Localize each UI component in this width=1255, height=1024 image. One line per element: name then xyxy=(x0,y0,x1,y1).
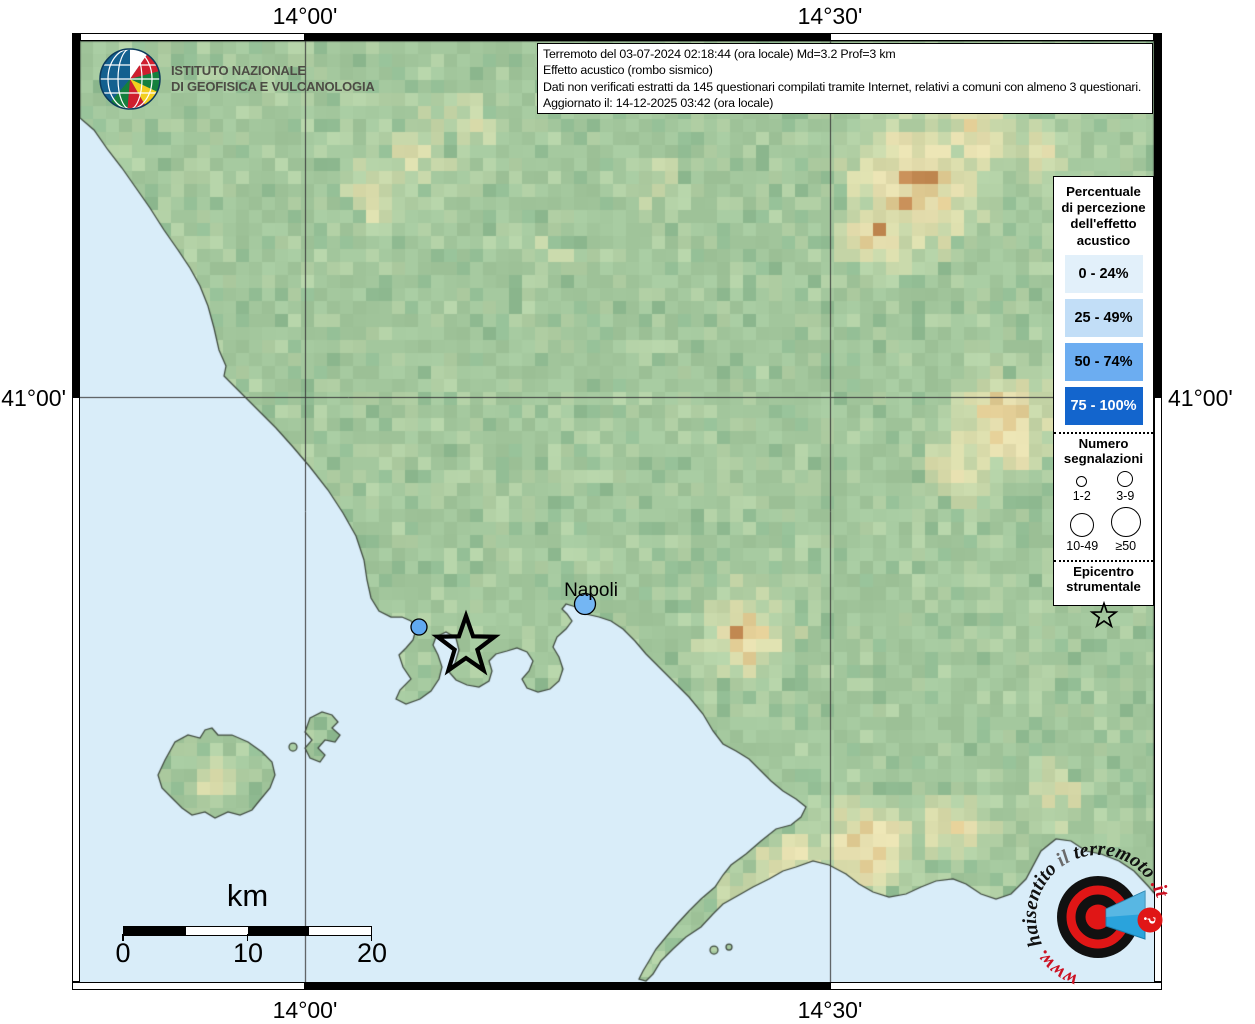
legend-swatch-0-24-label: 0 - 24% xyxy=(1079,266,1129,282)
legend-swatch-0-24: 0 - 24% xyxy=(1065,255,1143,293)
wm-il: il xyxy=(1052,846,1074,871)
info-line-updated: Aggiornato il: 14-12-2025 03:42 (ora loc… xyxy=(543,95,1147,111)
terrain-map-canvas xyxy=(80,41,1154,982)
legend-epicenter-title-2: strumentale xyxy=(1054,579,1153,595)
signal-size-1-2: 1-2 xyxy=(1073,476,1091,503)
legend-swatch-50-74-label: 50 - 74% xyxy=(1074,354,1132,370)
frame-left-bottom xyxy=(72,397,80,982)
info-line-data: Dati non verificati estratti da 145 ques… xyxy=(543,79,1147,95)
scalebar-label-20: 20 xyxy=(332,938,412,969)
info-line-event: Terremoto del 03-07-2024 02:18:44 (ora l… xyxy=(543,46,1147,62)
lat-label-left: 41°00' xyxy=(0,385,66,412)
frame-corner-tl xyxy=(72,33,80,41)
scalebar-label-10: 10 xyxy=(208,938,288,969)
legend-swatch-25-49-label: 25 - 49% xyxy=(1074,310,1132,326)
frame-top-left xyxy=(80,33,305,41)
ingv-name-line2: DI GEOFISICA E VULCANOLOGIA xyxy=(171,79,375,95)
signal-label-10-49: 10-49 xyxy=(1066,539,1098,553)
frame-top-mid xyxy=(305,33,830,41)
legend-swatch-50-74: 50 - 74% xyxy=(1065,343,1143,381)
lon-label-bottom-1: 14°00' xyxy=(245,997,365,1024)
signal-circle-1-2-icon xyxy=(1076,476,1087,487)
legend-title-4: acustico xyxy=(1054,233,1153,249)
signal-size-3-9: 3-9 xyxy=(1116,471,1134,503)
frame-top-right xyxy=(830,33,1154,41)
info-line-effect: Effetto acustico (rombo sismico) xyxy=(543,62,1147,78)
haisentitoilterremoto-logo: ? www. haisentito il terremoto .it xyxy=(1003,822,1193,1012)
wm-hai: haisentito xyxy=(1019,858,1061,950)
ingv-name-line1: ISTITUTO NAZIONALE xyxy=(171,63,375,79)
legend-panel: Percentuale di percezione dell'effetto a… xyxy=(1053,176,1154,606)
legend-signals-title-1: Numero xyxy=(1054,436,1153,452)
frame-corner-tr xyxy=(1154,33,1162,41)
legend-epicenter-title-1: Epicentro xyxy=(1054,564,1153,580)
signal-label-1-2: 1-2 xyxy=(1073,489,1091,503)
legend-swatch-75-100: 75 - 100% xyxy=(1065,387,1143,425)
lon-label-top-1: 14°00' xyxy=(245,3,365,30)
signal-size-50plus: ≥50 xyxy=(1111,507,1141,553)
signal-circle-3-9-icon xyxy=(1117,471,1133,487)
wm-www: www. xyxy=(1030,946,1080,992)
lat-label-right: 41°00' xyxy=(1168,385,1254,412)
lon-label-bottom-2: 14°30' xyxy=(770,997,890,1024)
signal-circle-50plus-icon xyxy=(1111,507,1141,537)
legend-swatch-75-100-label: 75 - 100% xyxy=(1070,398,1136,414)
signal-circle-10-49-icon xyxy=(1070,513,1094,537)
frame-right-top xyxy=(1154,41,1162,397)
legend-title-3: dell'effetto xyxy=(1054,216,1153,232)
signal-size-10-49: 10-49 xyxy=(1066,513,1098,553)
legend-title-1: Percentuale xyxy=(1054,184,1153,200)
scalebar-seg-2 xyxy=(186,927,248,935)
legend-title-2: di percezione xyxy=(1054,200,1153,216)
wm-terremoto: terremoto xyxy=(1070,838,1160,883)
earthquake-info-box: Terremoto del 03-07-2024 02:18:44 (ora l… xyxy=(537,43,1153,114)
wm-it: .it xyxy=(1146,875,1174,901)
scalebar-unit: km xyxy=(123,878,372,914)
scalebar-seg-4 xyxy=(309,927,371,935)
frame-bottom-left xyxy=(72,982,305,990)
scalebar-seg-1 xyxy=(124,927,186,935)
signal-label-50plus: ≥50 xyxy=(1115,539,1136,553)
lon-label-top-2: 14°30' xyxy=(770,3,890,30)
legend-signals-title-2: segnalazioni xyxy=(1054,451,1153,467)
ingv-logo: ISTITUTO NAZIONALE DI GEOFISICA E VULCAN… xyxy=(98,47,375,111)
legend-epicenter-star-icon xyxy=(1089,601,1119,631)
legend-swatch-25-49: 25 - 49% xyxy=(1065,299,1143,337)
frame-bottom-mid xyxy=(305,982,830,990)
scalebar-seg-3 xyxy=(248,927,310,935)
ingv-globe-icon xyxy=(98,47,162,111)
frame-left-top xyxy=(72,41,80,397)
scalebar-label-0: 0 xyxy=(83,938,163,969)
signal-label-3-9: 3-9 xyxy=(1116,489,1134,503)
